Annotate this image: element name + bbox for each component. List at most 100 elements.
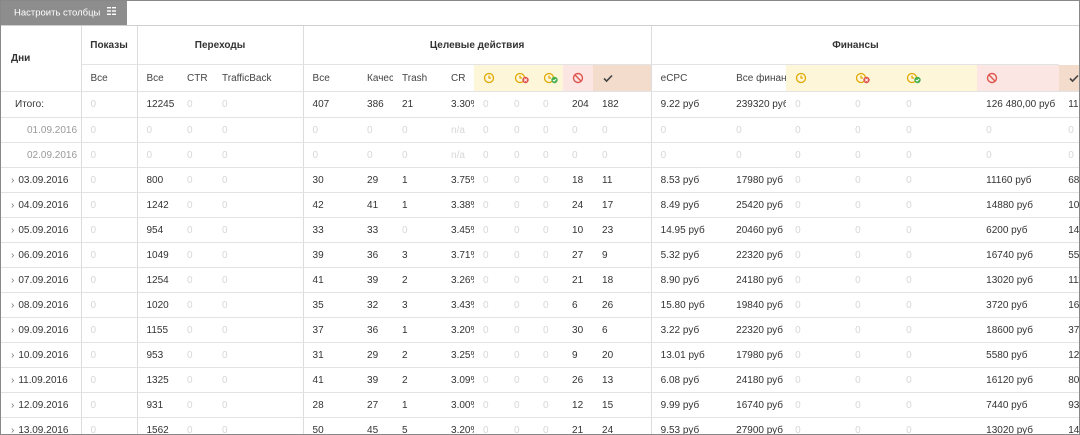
expand-chevron-icon[interactable]: › bbox=[11, 425, 14, 435]
ctr-header[interactable]: CTR bbox=[178, 64, 213, 92]
table-cell: 1 bbox=[393, 317, 443, 343]
table-cell: 16120 руб bbox=[977, 367, 1060, 393]
table-cell: 17 bbox=[593, 192, 652, 218]
table-cell: 14880 руб bbox=[977, 192, 1060, 218]
table-row[interactable]: ›08.09.20160102000353233.43%00062615.80 … bbox=[1, 292, 1079, 318]
table-row[interactable]: ›06.09.20160104900393633.71%0002795.32 р… bbox=[1, 242, 1079, 268]
impressions-all-header[interactable]: Все bbox=[80, 64, 137, 92]
table-cell: 3.00% bbox=[442, 392, 475, 418]
table-cell: 0 bbox=[474, 142, 506, 168]
date-label: 06.09.2016 bbox=[18, 249, 69, 261]
table-cell: 10540 руб bbox=[1059, 192, 1079, 218]
table-cell: 0 bbox=[474, 267, 506, 293]
table-cell: 3720 руб bbox=[977, 292, 1060, 318]
expand-chevron-icon[interactable]: › bbox=[11, 350, 14, 361]
target-actions-all-header[interactable]: Все bbox=[302, 64, 359, 92]
table-cell: 50 bbox=[302, 417, 359, 434]
table-cell: 2 bbox=[393, 367, 443, 393]
check-icon bbox=[1069, 74, 1079, 82]
table-cell: 0 bbox=[358, 117, 394, 143]
finance-approved-header[interactable] bbox=[1059, 64, 1079, 92]
date-label: 12.09.2016 bbox=[18, 399, 69, 411]
table-cell: 0 bbox=[786, 117, 847, 143]
table-cell: 41 bbox=[302, 367, 359, 393]
expand-chevron-icon[interactable]: › bbox=[11, 175, 14, 186]
expand-chevron-icon[interactable]: › bbox=[11, 325, 14, 336]
finance-pending-approved-header[interactable] bbox=[897, 64, 978, 92]
table-cell: 0 bbox=[178, 392, 213, 418]
table-cell: 21 bbox=[393, 91, 443, 118]
table-cell: 0 bbox=[213, 267, 304, 293]
finance-pending-rejected-header[interactable] bbox=[846, 64, 898, 92]
quality-header[interactable]: Качеств. bbox=[358, 64, 394, 92]
table-cell: 0 bbox=[534, 267, 564, 293]
table-cell: 0 bbox=[786, 342, 847, 368]
date-label: 05.09.2016 bbox=[18, 224, 69, 236]
trafficback-header[interactable]: TrafficBack bbox=[213, 64, 304, 92]
table-cell: 0 bbox=[977, 117, 1060, 143]
clicks-all-header[interactable]: Все bbox=[136, 64, 178, 92]
all-finance-header[interactable]: Все финансы bbox=[727, 64, 787, 92]
table-row[interactable]: ›11.09.20160132500413923.09%00026136.08 … bbox=[1, 367, 1079, 393]
table-cell: 0 bbox=[505, 91, 535, 118]
table-cell: 27 bbox=[563, 242, 594, 268]
finance-rejected-header[interactable] bbox=[977, 64, 1060, 92]
table-cell: 39 bbox=[302, 242, 359, 268]
configure-columns-label: Настроить столбцы bbox=[14, 7, 101, 19]
ecpc-header[interactable]: eCPC bbox=[650, 64, 728, 92]
date-cell: 01.09.2016 bbox=[1, 117, 81, 143]
table-cell: 0 bbox=[178, 267, 213, 293]
table-cell: 3 bbox=[393, 242, 443, 268]
approved-header[interactable] bbox=[593, 64, 652, 92]
table-row[interactable]: ›05.09.2016095400333303.45%000102314.95 … bbox=[1, 217, 1079, 243]
days-header[interactable]: Дни bbox=[1, 26, 81, 92]
table-cell: 0 bbox=[846, 267, 898, 293]
table-row[interactable]: ›10.09.2016095300312923.25%00092013.01 р… bbox=[1, 342, 1079, 368]
pending-rejected-header[interactable] bbox=[505, 64, 535, 92]
table-cell: 0 bbox=[213, 192, 304, 218]
table-cell: 0 bbox=[474, 367, 506, 393]
table-cell: 0 bbox=[505, 217, 535, 243]
expand-chevron-icon[interactable]: › bbox=[11, 200, 14, 211]
table-cell: 1325 bbox=[136, 367, 178, 393]
table-cell: 0 bbox=[474, 91, 506, 118]
table-cell: 20 bbox=[593, 342, 652, 368]
table-cell: 18 bbox=[563, 167, 594, 193]
expand-chevron-icon[interactable]: › bbox=[11, 275, 14, 286]
expand-chevron-icon[interactable]: › bbox=[11, 225, 14, 236]
table-row[interactable]: ›03.09.2016080000302913.75%00018118.53 р… bbox=[1, 167, 1079, 193]
cr-header[interactable]: CR bbox=[442, 64, 475, 92]
table-cell: 3.71% bbox=[442, 242, 475, 268]
clock-rejected-icon bbox=[855, 72, 870, 84]
finance-pending-header[interactable] bbox=[786, 64, 847, 92]
table-cell: 0 bbox=[846, 117, 898, 143]
table-cell: 24 bbox=[563, 192, 594, 218]
table-row[interactable]: ›12.09.2016093100282713.00%00012159.99 р… bbox=[1, 392, 1079, 418]
expand-chevron-icon[interactable]: › bbox=[11, 250, 14, 261]
table-row[interactable]: ›07.09.20160125400413923.26%00021188.90 … bbox=[1, 267, 1079, 293]
table-cell: 8060 руб bbox=[1059, 367, 1079, 393]
table-cell: 0 bbox=[786, 417, 847, 434]
table-cell: 25420 руб bbox=[727, 192, 787, 218]
table-row[interactable]: ›13.09.20160156200504553.20%00021249.53 … bbox=[1, 417, 1079, 435]
table-row[interactable]: ›04.09.20160124200424113.38%00024178.49 … bbox=[1, 192, 1079, 218]
table-cell: 3.75% bbox=[442, 167, 475, 193]
date-cell: › 06.09.2016 bbox=[1, 242, 81, 268]
table-cell: 13020 руб bbox=[977, 417, 1060, 434]
rejected-header[interactable] bbox=[563, 64, 594, 92]
pending-header[interactable] bbox=[474, 64, 506, 92]
totals-row[interactable]: Итого:01224500407386213.30%0002041829.22… bbox=[1, 91, 1079, 118]
table-cell: 0 bbox=[846, 342, 898, 368]
table-cell: 30 bbox=[563, 317, 594, 343]
statistics-table: Дни Показы Переходы Целевые действия Фин… bbox=[1, 26, 1079, 435]
expand-chevron-icon[interactable]: › bbox=[11, 375, 14, 386]
table-cell: 8.49 руб bbox=[650, 192, 728, 218]
table-row[interactable]: ›09.09.20160115500373613.20%0003063.22 р… bbox=[1, 317, 1079, 343]
expand-chevron-icon[interactable]: › bbox=[11, 400, 14, 411]
trash-header[interactable]: Trash bbox=[393, 64, 443, 92]
pending-approved-header[interactable] bbox=[534, 64, 564, 92]
configure-columns-button[interactable]: Настроить столбцы bbox=[1, 1, 127, 25]
table-cell: 0 bbox=[178, 417, 213, 434]
table-cell: 0 bbox=[213, 292, 304, 318]
expand-chevron-icon[interactable]: › bbox=[11, 300, 14, 311]
